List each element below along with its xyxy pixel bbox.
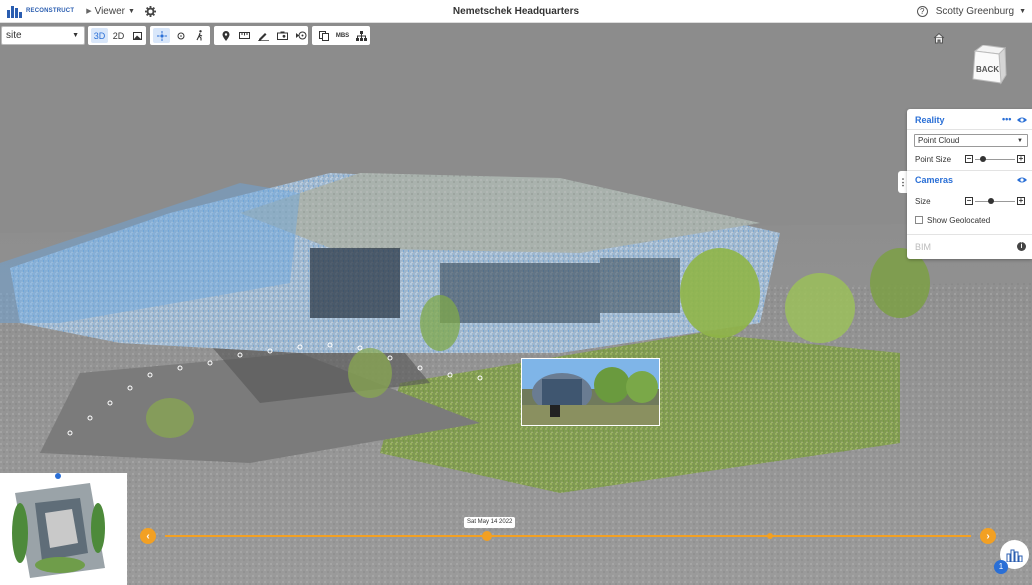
timeline-marker[interactable] — [767, 533, 773, 539]
show-geolocated-label: Show Geolocated — [927, 216, 991, 225]
play-icon: ▶ — [86, 8, 92, 15]
walk-icon — [196, 30, 202, 41]
reality-type-select[interactable]: Point Cloud ▼ — [914, 134, 1028, 147]
cameras-section-title: Cameras — [915, 175, 954, 185]
video-button[interactable] — [293, 28, 310, 43]
camera-size-label: Size — [915, 197, 931, 206]
view-mode-group: 3D 2D — [88, 26, 146, 45]
caret-down-icon: ▼ — [1017, 137, 1023, 144]
video-icon — [296, 31, 307, 40]
site-select-value: site — [6, 30, 22, 41]
point-size-decrease-button[interactable]: − — [965, 155, 973, 163]
mode-3d-button[interactable]: 3D — [91, 28, 108, 43]
home-icon[interactable] — [933, 32, 945, 44]
point-size-slider-knob[interactable] — [980, 156, 986, 162]
hierarchy-icon — [356, 30, 367, 41]
bim-section-title: BIM — [915, 242, 932, 252]
minimap[interactable] — [0, 473, 127, 585]
help-icon[interactable]: ? — [916, 5, 928, 17]
camera-size-decrease-button[interactable]: − — [965, 197, 973, 205]
camera-snapshot-icon — [277, 31, 288, 40]
crosshair-icon — [177, 32, 184, 39]
annotation-group — [214, 26, 308, 45]
snapshot-button[interactable] — [274, 28, 291, 43]
logo-icon — [7, 6, 22, 18]
layers-panel: Reality ••• Point Cloud ▼ Point Size − +… — [907, 109, 1032, 259]
top-bar: RECONSTRUCT ▶ Viewer ▼ Nemetschek Headqu… — [0, 0, 1032, 23]
location-pin-icon — [222, 30, 229, 41]
data-group: MBS — [312, 26, 370, 45]
point-size-label: Point Size — [915, 155, 952, 164]
reality-section-title: Reality — [915, 115, 945, 125]
point-cloud-scene — [0, 173, 1032, 585]
markup-button[interactable] — [255, 28, 272, 43]
navigation-group — [150, 26, 210, 45]
focus-tool-button[interactable] — [172, 28, 189, 43]
minimap-image — [0, 473, 127, 585]
divider — [907, 170, 1032, 171]
logo-text: RECONSTRUCT — [26, 8, 75, 14]
reconstruct-logo[interactable]: RECONSTRUCT — [6, 4, 74, 18]
panorama-thumbnail[interactable] — [521, 358, 660, 426]
user-name: Scotty Greenburg — [935, 5, 1015, 17]
location-pin-button[interactable] — [217, 28, 234, 43]
files-icon — [318, 30, 329, 41]
walk-tool-button[interactable] — [191, 28, 208, 43]
caret-down-icon: ▼ — [72, 32, 79, 39]
files-button[interactable] — [315, 28, 332, 43]
viewer-menu-label: Viewer — [94, 5, 125, 17]
camera-size-increase-button[interactable]: + — [1017, 197, 1025, 205]
cameras-visibility-eye-icon[interactable] — [1017, 176, 1027, 184]
measure-button[interactable] — [236, 28, 253, 43]
view-cube-face-label: BACK — [976, 65, 1000, 74]
image-mode-button[interactable] — [129, 28, 146, 43]
divider — [907, 129, 1032, 130]
more-options-icon[interactable]: ••• — [1002, 114, 1011, 124]
ruler-icon — [239, 32, 250, 39]
site-select[interactable]: site ▼ — [1, 26, 85, 45]
reality-visibility-eye-icon[interactable] — [1017, 116, 1027, 124]
user-menu[interactable]: ? Scotty Greenburg ▼ — [916, 5, 1026, 17]
image-icon — [133, 31, 142, 40]
timeline-prev-button[interactable]: ‹ — [140, 528, 156, 544]
timeline-track[interactable] — [165, 535, 971, 537]
timeline-selected-marker[interactable] — [482, 531, 492, 541]
mode-2d-button[interactable]: 2D — [110, 28, 127, 43]
camera-size-slider-knob[interactable] — [988, 198, 994, 204]
orbit-tool-button[interactable] — [153, 28, 170, 43]
panorama-image — [522, 359, 659, 425]
pencil-icon — [258, 32, 269, 41]
caret-down-icon: ▼ — [127, 7, 135, 15]
timeline-next-button[interactable]: › — [980, 528, 996, 544]
3d-viewport[interactable] — [0, 23, 1032, 585]
reality-type-value: Point Cloud — [918, 136, 960, 145]
timeline-date-label: Sat May 14 2022 — [464, 517, 516, 528]
viewer-menu[interactable]: ▶ Viewer ▼ — [86, 6, 135, 17]
notification-badge: 1 — [994, 560, 1008, 574]
point-size-increase-button[interactable]: + — [1017, 155, 1025, 163]
info-icon[interactable]: i — [1017, 242, 1026, 251]
divider — [907, 234, 1032, 235]
caret-down-icon: ▼ — [1019, 7, 1026, 15]
gear-icon[interactable] — [145, 5, 157, 17]
orbit-icon — [156, 30, 167, 41]
show-geolocated-checkbox[interactable] — [915, 216, 923, 224]
mbs-button[interactable]: MBS — [334, 28, 351, 43]
camera-size-slider[interactable] — [975, 201, 1015, 202]
reconstruct-logo-icon — [1006, 549, 1022, 562]
hierarchy-button[interactable] — [353, 28, 370, 43]
